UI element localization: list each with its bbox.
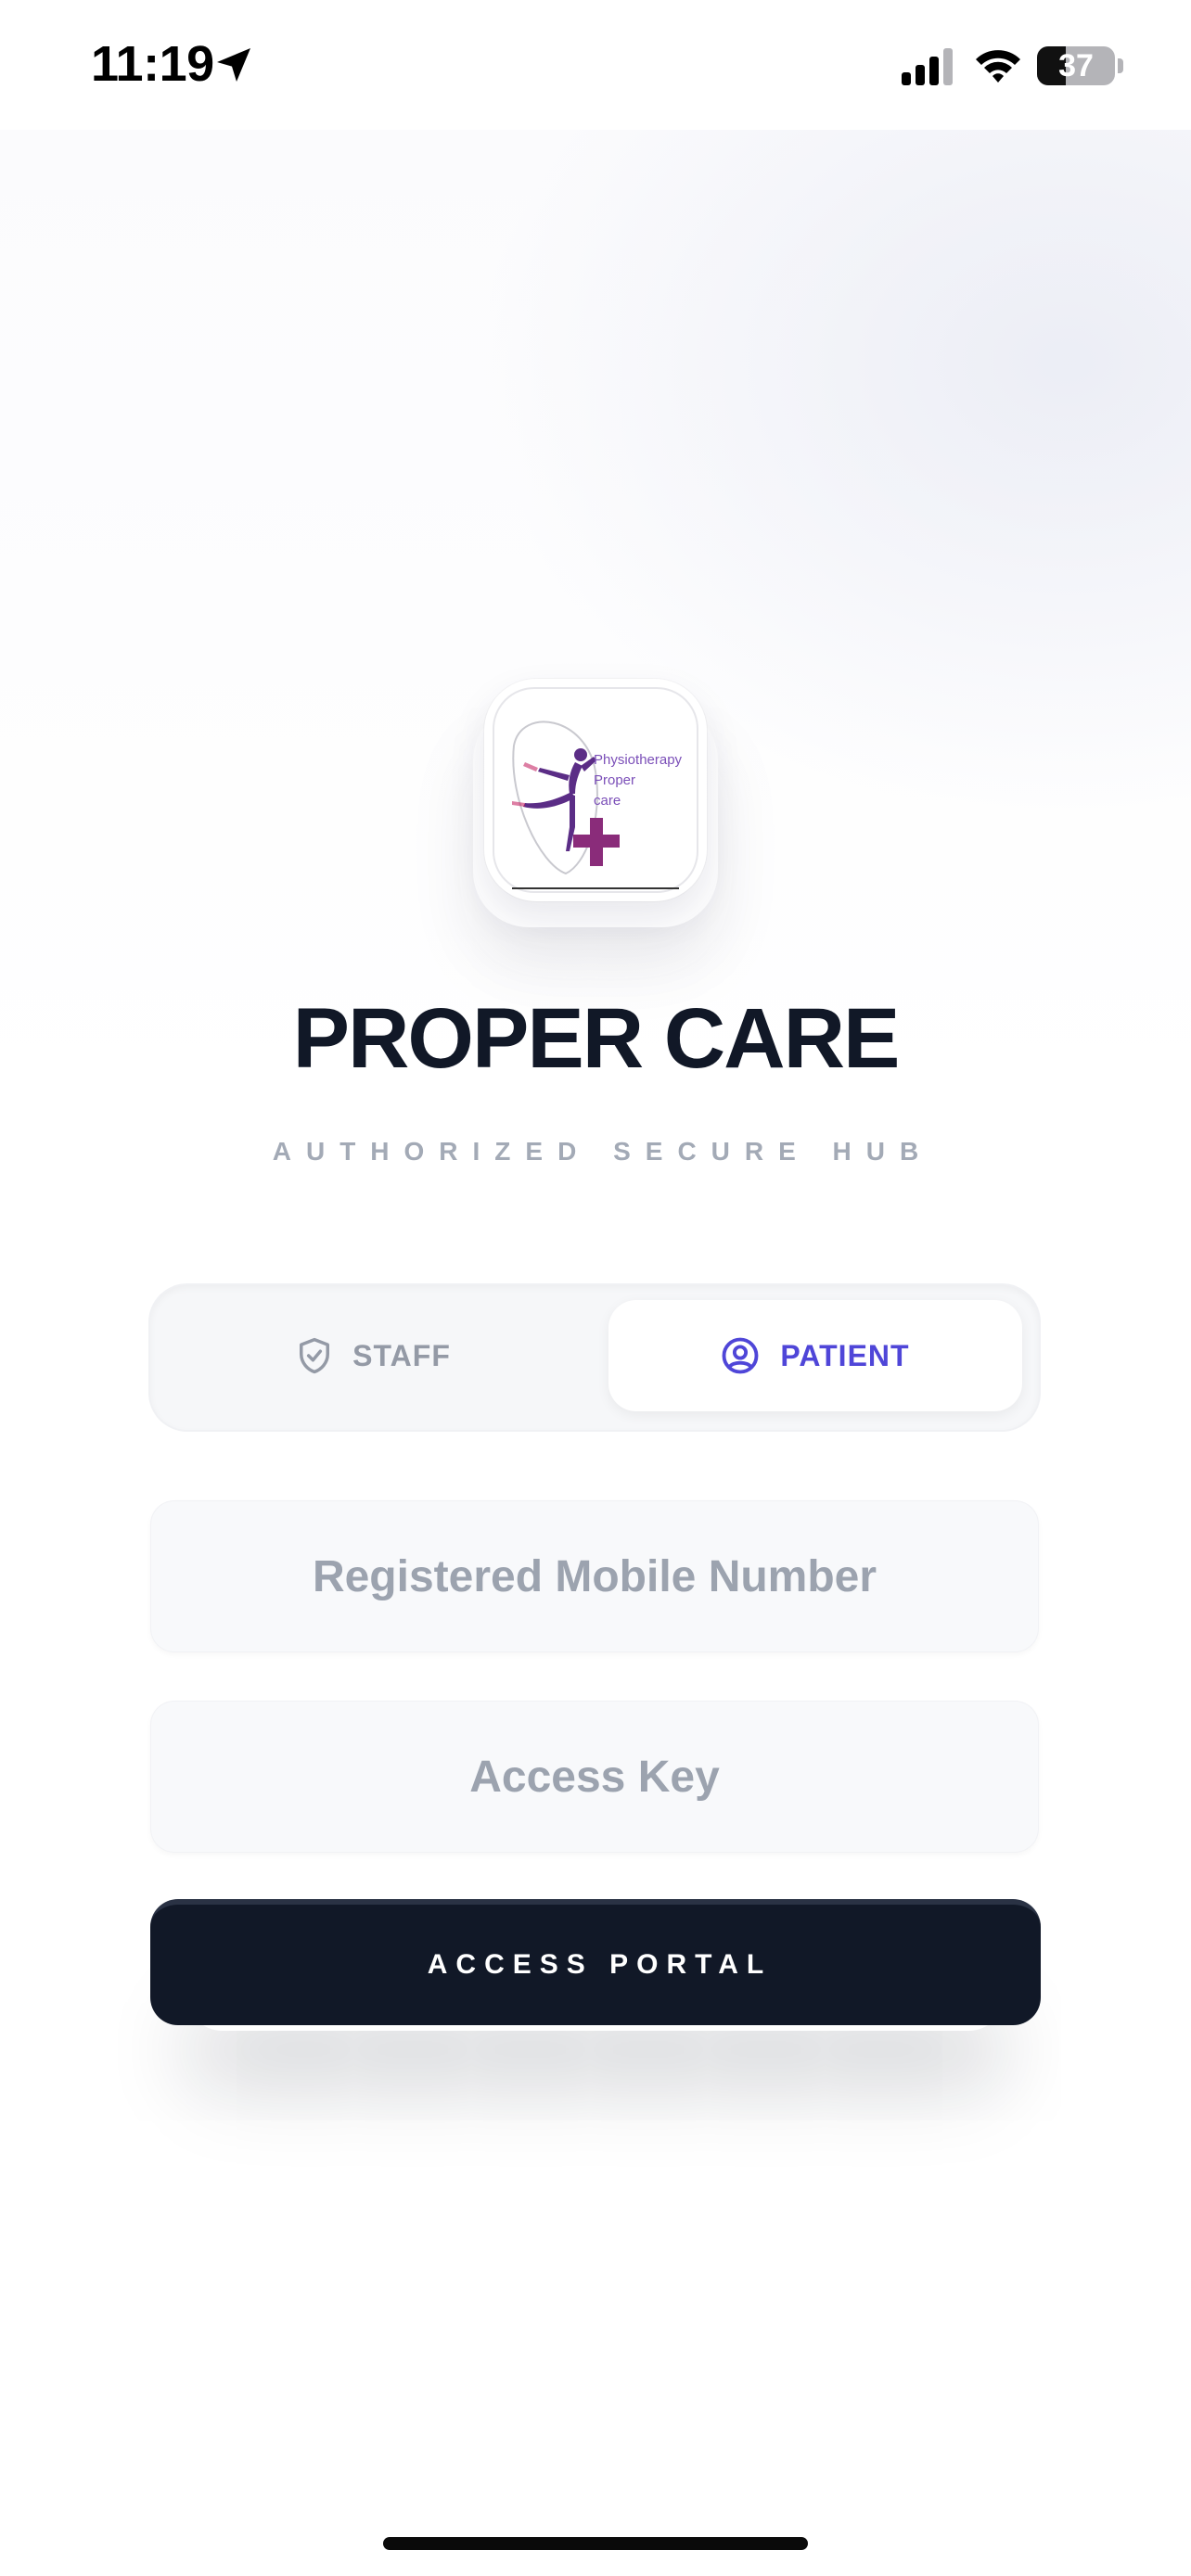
role-staff-label: STAFF <box>352 1338 451 1372</box>
wifi-icon <box>976 50 1020 83</box>
user-circle-icon <box>722 1337 759 1374</box>
role-toggle: STAFF PATIENT <box>150 1285 1039 1430</box>
access-key-input[interactable] <box>150 1701 1039 1853</box>
logo-line-3: care <box>594 793 621 809</box>
shield-check-icon <box>300 1337 330 1374</box>
dancer-cross-logo: Physiotherapy Proper care <box>493 687 698 893</box>
status-bar: 11:19 37 <box>0 0 1191 130</box>
app-subtitle: AUTHORIZED SECURE HUB <box>272 1137 934 1166</box>
mobile-number-input[interactable] <box>150 1500 1039 1652</box>
role-patient-label: PATIENT <box>780 1338 910 1372</box>
battery-icon: 37 <box>1037 46 1115 85</box>
battery-level: 37 <box>1058 48 1094 83</box>
access-key-field <box>150 1701 1039 1853</box>
role-staff-tab[interactable]: STAFF <box>167 1300 581 1411</box>
home-indicator[interactable] <box>383 2537 808 2550</box>
cellular-signal-icon <box>902 48 953 85</box>
mobile-number-field <box>150 1500 1039 1652</box>
logo-line-2: Proper <box>594 772 635 788</box>
location-arrow-icon <box>217 48 250 82</box>
battery-cap <box>1118 58 1123 73</box>
status-time: 11:19 <box>91 36 214 92</box>
role-patient-tab[interactable]: PATIENT <box>608 1300 1022 1411</box>
app-title: PROPER CARE <box>292 991 901 1086</box>
access-portal-button[interactable]: ACCESS PORTAL <box>150 1899 1041 2025</box>
app-logo: Physiotherapy Proper care <box>484 679 707 901</box>
logo-line-1: Physiotherapy <box>594 752 683 768</box>
